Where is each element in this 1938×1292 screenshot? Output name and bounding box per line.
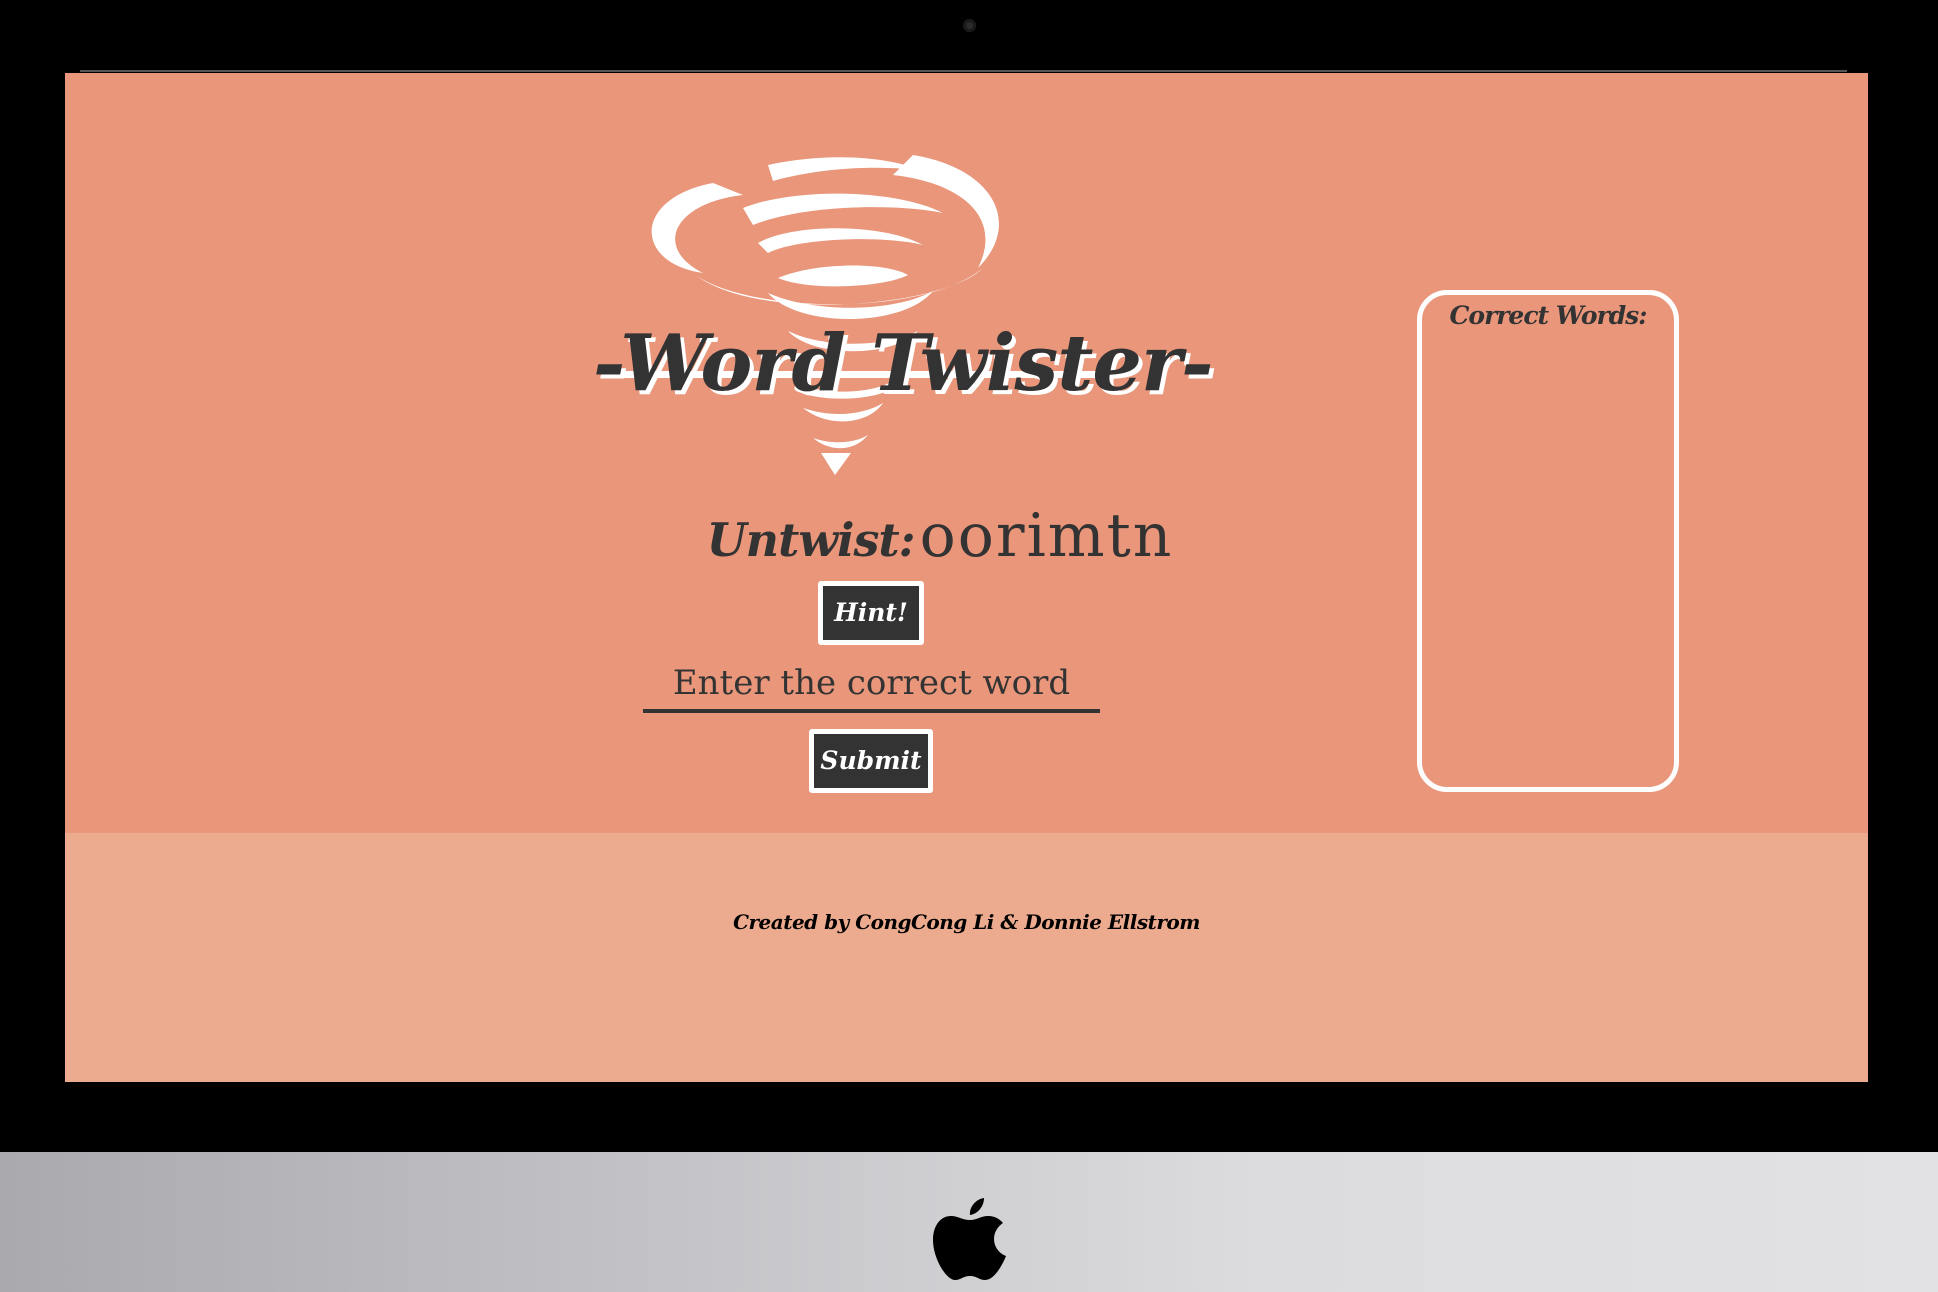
- untwist-label: Untwist:: [706, 513, 916, 567]
- submit-button[interactable]: Submit: [809, 729, 933, 793]
- bezel-divider: [80, 70, 1847, 72]
- answer-input[interactable]: [643, 657, 1100, 713]
- correct-words-title: Correct Words:: [1449, 301, 1648, 330]
- monitor-frame: -Word Twister- Untwist: oorimtn Hint! Su…: [0, 0, 1938, 1292]
- untwist-prompt: Untwist: oorimtn: [565, 501, 1315, 571]
- apple-logo-icon: [933, 1198, 1006, 1280]
- browser-viewport: -Word Twister- Untwist: oorimtn Hint! Su…: [65, 73, 1868, 1082]
- hint-button[interactable]: Hint!: [818, 581, 924, 645]
- correct-words-panel: Correct Words:: [1417, 290, 1679, 792]
- footer-section: [65, 833, 1868, 1082]
- app-logo: -Word Twister-: [593, 153, 1213, 475]
- app-title: -Word Twister-: [593, 318, 1213, 409]
- tornado-icon: [615, 155, 1123, 475]
- webcam-icon: [963, 19, 976, 32]
- footer-credits: Created by CongCong Li & Donnie Ellstrom: [733, 910, 1200, 934]
- scrambled-word: oorimtn: [919, 501, 1174, 571]
